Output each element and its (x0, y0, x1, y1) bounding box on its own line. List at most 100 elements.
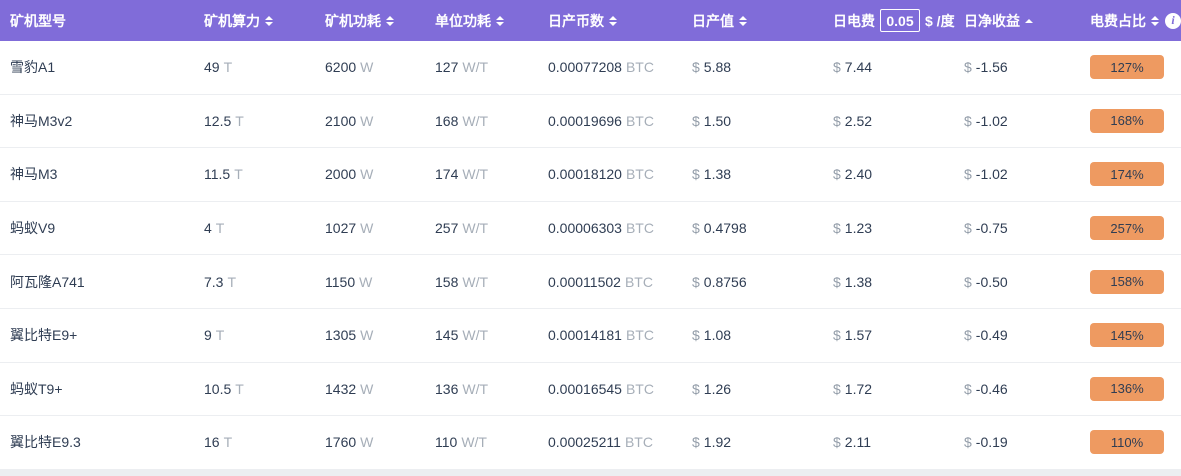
coin-unit: BTC (624, 273, 653, 290)
hashrate-cell: 16 T (204, 434, 325, 450)
power-unit: W (360, 434, 374, 451)
electricity-cost-cell: $2.11 (833, 434, 964, 450)
col-header-net-profit-label: 日净收益 (964, 12, 1020, 29)
table-row: 神马M3 11.5 T 2000 W 174 W/T 0.00018120 BTC $1… (0, 148, 1181, 202)
sort-icon[interactable] (609, 15, 617, 26)
col-header-fee-ratio[interactable]: 电费占比 i (1090, 11, 1181, 31)
table-row: 翼比特E9.3 16 T 1760 W 110 W/T 0.00025211 BTC $… (0, 416, 1181, 470)
currency-symbol: $ (833, 380, 841, 397)
daily-value: 1.38 (703, 166, 732, 183)
unit-power-cell: 168 W/T (435, 113, 548, 129)
col-header-electricity-fee-label: 日电费 (833, 12, 875, 29)
unit-power-cell: 110 W/T (435, 434, 548, 450)
unit-power-value: 145 (435, 327, 459, 344)
col-header-model: 矿机型号 (10, 11, 204, 31)
currency-symbol: $ (964, 434, 972, 451)
fee-ratio-cell: 110% (1090, 430, 1181, 455)
electricity-cost-value: 7.44 (844, 59, 873, 76)
info-icon[interactable]: i (1165, 12, 1181, 29)
sort-icon[interactable] (739, 15, 747, 26)
col-header-hashrate[interactable]: 矿机算力 (204, 11, 325, 31)
miner-model: 蚂蚁T9+ (10, 380, 63, 397)
net-profit-value: -0.49 (975, 327, 1008, 344)
daily-coins-value: 0.00018120 (548, 166, 622, 183)
daily-value-cell: $1.50 (692, 113, 833, 129)
unit-power-value: 158 (435, 273, 459, 290)
hashrate-value: 11.5 (204, 166, 231, 183)
hashrate-unit: T (234, 166, 243, 183)
net-profit-value: -0.75 (975, 220, 1008, 237)
unit-power-value: 136 (435, 380, 459, 397)
power-cell: 1150 W (325, 274, 435, 290)
power-cell: 1305 W (325, 327, 435, 343)
daily-value: 0.8756 (703, 273, 747, 290)
fee-ratio-cell: 136% (1090, 376, 1181, 401)
power-value: 1432 (325, 380, 357, 397)
power-unit: W (360, 220, 374, 237)
power-value: 1760 (325, 434, 357, 451)
daily-coins-value: 0.00016545 (548, 380, 622, 397)
miner-model: 蚂蚁V9 (10, 220, 56, 237)
unit-power-cell: 145 W/T (435, 327, 548, 343)
hashrate-value: 9 (204, 327, 212, 344)
fee-ratio-badge: 168% (1090, 108, 1164, 133)
page-background-strip (0, 469, 1181, 476)
sort-icon[interactable] (1151, 15, 1159, 26)
hashrate-unit: T (223, 59, 233, 76)
currency-symbol: $ (833, 273, 841, 290)
hashrate-cell: 12.5 T (204, 113, 325, 129)
electricity-cost-cell: $1.72 (833, 381, 964, 397)
net-profit-cell: $ -0.75 (964, 220, 1090, 236)
net-profit-value: -1.02 (975, 166, 1008, 183)
coin-unit: BTC (625, 220, 654, 237)
col-header-daily-value[interactable]: 日产值 (692, 11, 833, 31)
col-header-power[interactable]: 矿机功耗 (325, 11, 435, 31)
fee-ratio-badge: 110% (1090, 430, 1164, 455)
electricity-cost-value: 1.57 (844, 327, 873, 344)
electricity-cost-value: 2.40 (844, 166, 873, 183)
currency-symbol: $ (964, 380, 972, 397)
electricity-price-input[interactable] (880, 9, 920, 32)
coin-unit: BTC (625, 112, 654, 129)
net-profit-value: -0.50 (975, 273, 1008, 290)
hashrate-unit: T (215, 220, 225, 237)
sort-icon[interactable] (265, 15, 273, 26)
unit-power-unit: W/T (461, 434, 487, 451)
daily-coins-value: 0.00077208 (548, 59, 622, 76)
daily-coins-cell: 0.00011502 BTC (548, 274, 692, 290)
unit-power-value: 257 (435, 220, 459, 237)
sort-asc-icon[interactable] (1025, 18, 1033, 23)
power-cell: 2100 W (325, 113, 435, 129)
daily-value-cell: $1.38 (692, 166, 833, 182)
fee-ratio-badge: 145% (1090, 323, 1164, 348)
table-body: 雪豹A1 49 T 6200 W 127 W/T 0.00077208 BTC $5.8… (0, 41, 1181, 470)
sort-icon[interactable] (496, 15, 504, 26)
net-profit-cell: $ -0.50 (964, 274, 1090, 290)
daily-value: 1.50 (703, 112, 732, 129)
daily-coins-value: 0.00014181 (548, 327, 622, 344)
fee-ratio-cell: 127% (1090, 55, 1181, 80)
col-header-net-profit[interactable]: 日净收益 (964, 11, 1090, 31)
electricity-price-unit: $ /度 (925, 12, 955, 29)
col-header-daily-coins-label: 日产币数 (548, 12, 604, 29)
unit-power-value: 110 (435, 434, 458, 451)
coin-unit: BTC (625, 59, 654, 76)
fee-ratio-cell: 174% (1090, 162, 1181, 187)
electricity-cost-value: 1.72 (844, 380, 873, 397)
fee-ratio-cell: 168% (1090, 108, 1181, 133)
fee-ratio-badge: 158% (1090, 269, 1164, 294)
unit-power-unit: W/T (462, 273, 489, 290)
unit-power-cell: 174 W/T (435, 166, 548, 182)
power-value: 2000 (325, 166, 357, 183)
currency-symbol: $ (833, 166, 841, 183)
sort-icon[interactable] (386, 15, 394, 26)
hashrate-cell: 7.3 T (204, 274, 325, 290)
daily-value: 1.92 (703, 434, 732, 451)
col-header-daily-coins[interactable]: 日产币数 (548, 11, 692, 31)
col-header-unit-power[interactable]: 单位功耗 (435, 11, 548, 31)
daily-coins-value: 0.00006303 (548, 220, 622, 237)
daily-value-cell: $0.8756 (692, 274, 833, 290)
power-cell: 1760 W (325, 434, 435, 450)
electricity-cost-value: 1.38 (844, 273, 873, 290)
unit-power-cell: 127 W/T (435, 59, 548, 75)
